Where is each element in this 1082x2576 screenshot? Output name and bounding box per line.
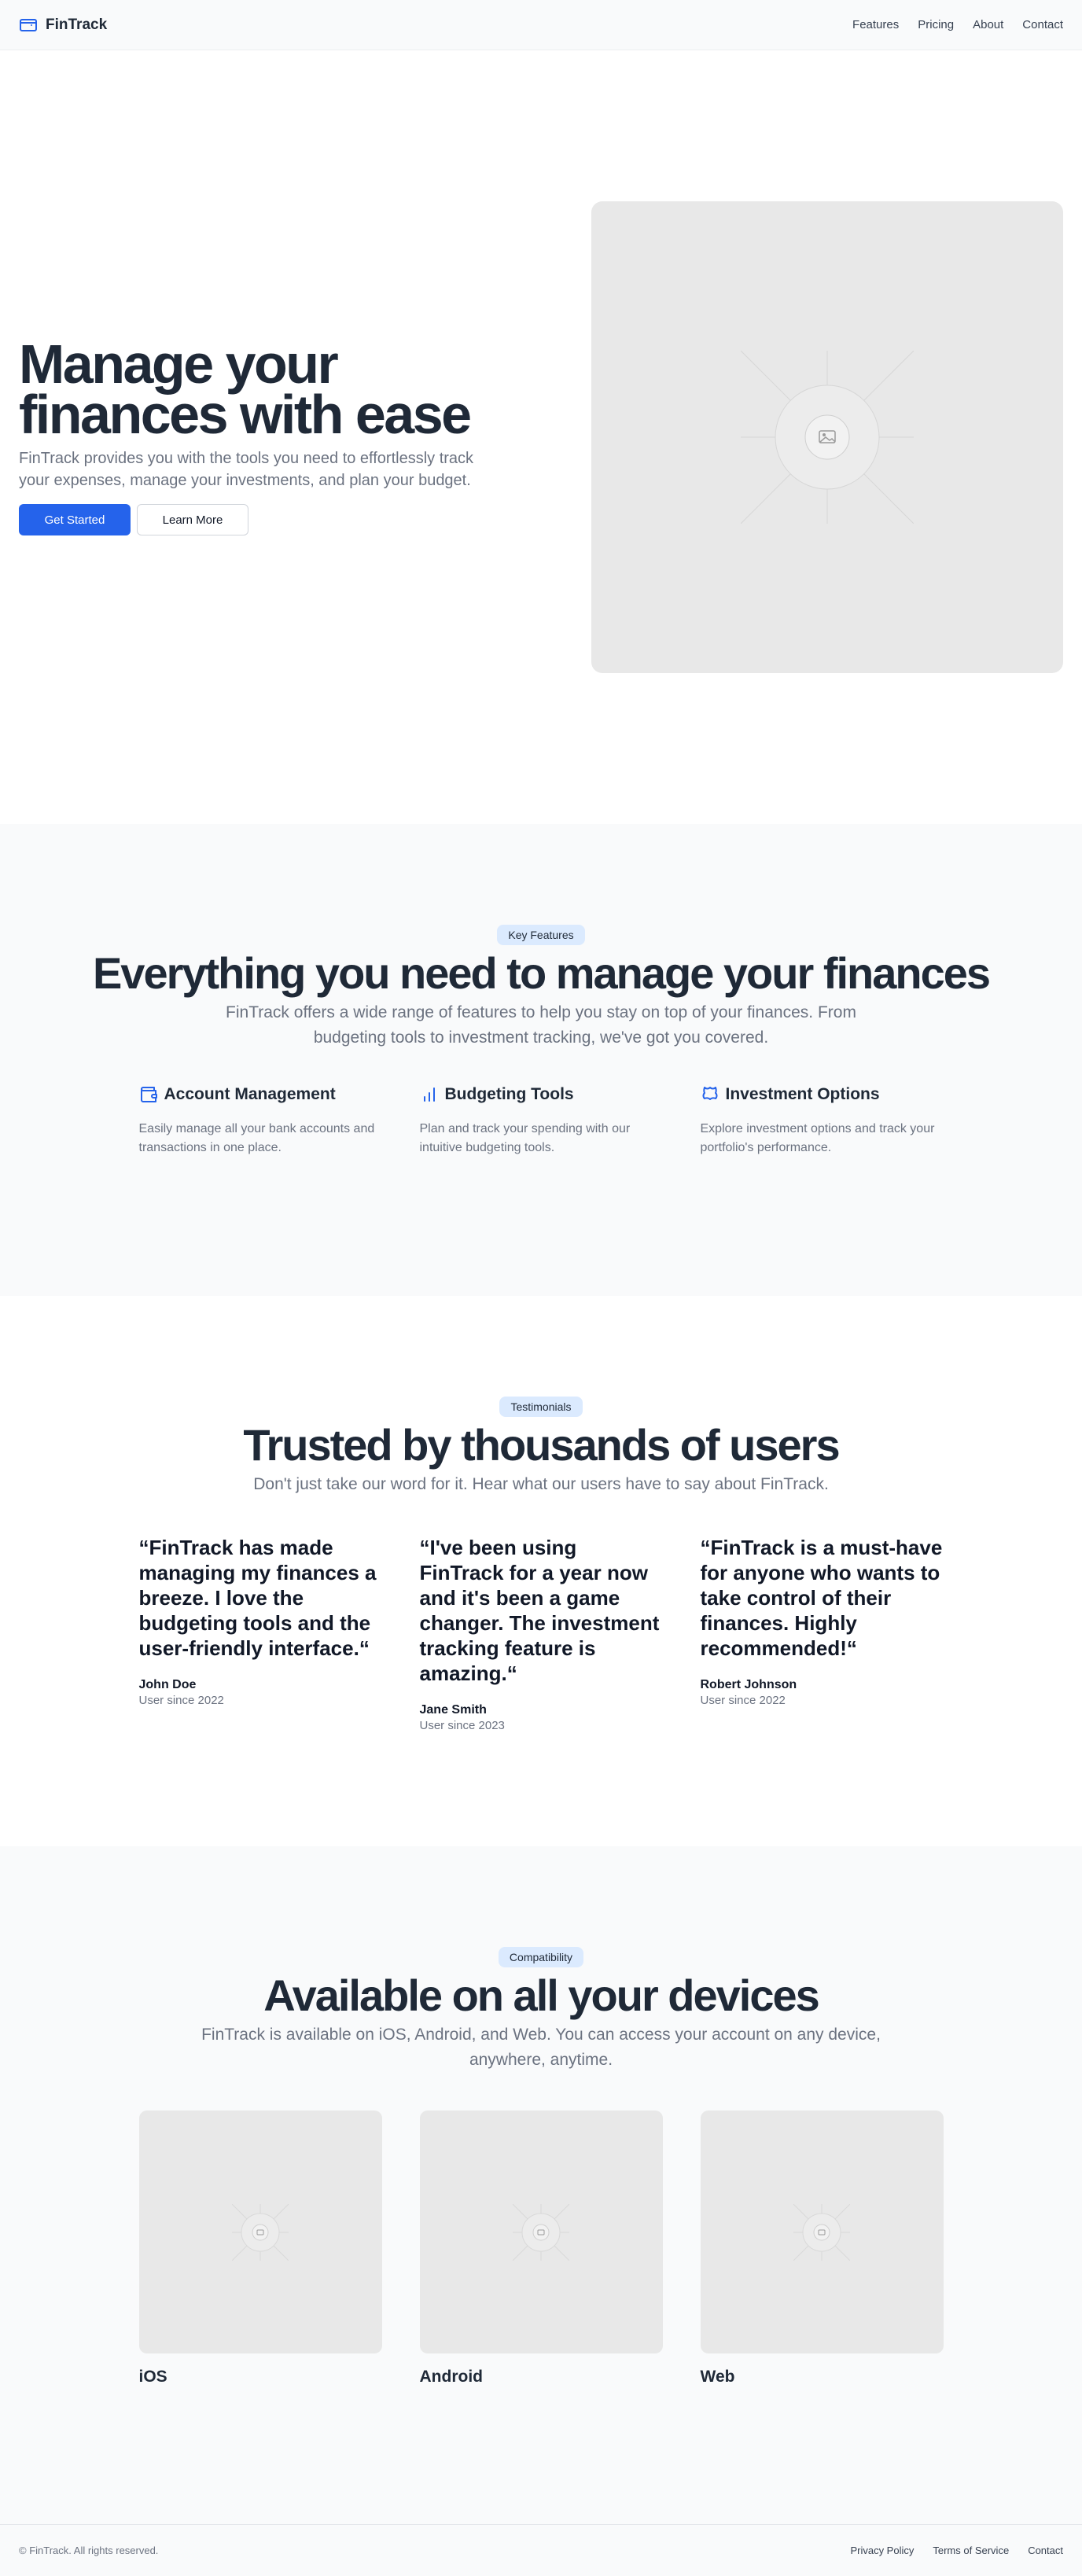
testimonials-badge: Testimonials xyxy=(499,1397,583,1417)
hero-buttons: Get Started Learn More xyxy=(19,504,519,535)
feature-desc: Plan and track your spending with our in… xyxy=(419,1122,631,1154)
testimonial-card: “I've been using FinTrack for a year now… xyxy=(420,1535,663,1732)
device-card-ios: iOS xyxy=(138,2110,382,2386)
image-placeholder-icon xyxy=(793,2203,850,2261)
device-name: iOS xyxy=(138,2368,167,2386)
device-image xyxy=(419,2110,663,2353)
feature-grid: Account Management Easily manage all you… xyxy=(139,1085,944,1157)
feature-desc: Easily manage all your bank accounts and… xyxy=(138,1122,375,1154)
devices-badge: Compatibility xyxy=(498,1947,584,1967)
learn-more-button[interactable]: Learn More xyxy=(137,504,248,535)
nav-links: Features Pricing About Contact xyxy=(852,18,1063,31)
investment-icon xyxy=(702,1087,717,1100)
testimonials-section: Testimonials Trusted by thousands of use… xyxy=(0,1296,1082,1846)
feature-title: Investment Options xyxy=(725,1085,880,1103)
device-name: Web xyxy=(700,2368,735,2386)
hero-subtitle: FinTrack provides you with the tools you… xyxy=(19,450,474,489)
feature-title: Budgeting Tools xyxy=(444,1085,574,1103)
device-grid: iOS Android Web xyxy=(138,2110,944,2386)
hero-section: Manage your finances with ease FinTrack … xyxy=(0,50,1082,824)
testimonial-quote: “I've been using FinTrack for a year now… xyxy=(419,1536,660,1685)
image-placeholder-icon xyxy=(741,351,914,524)
testimonial-card: “FinTrack has made managing my finances … xyxy=(139,1535,382,1732)
testimonials-subtitle: Don't just take our word for it. Hear wh… xyxy=(253,1475,829,1493)
hero-image xyxy=(591,201,1063,673)
nav-link-pricing[interactable]: Pricing xyxy=(918,18,954,31)
testimonials-title: Trusted by thousands of users xyxy=(243,1420,840,1470)
feature-title: Account Management xyxy=(164,1085,336,1103)
features-subtitle: FinTrack offers a wide range of features… xyxy=(226,1003,856,1047)
testimonial-since: User since 2023 xyxy=(419,1719,505,1732)
top-nav: FinTrack Features Pricing About Contact xyxy=(0,0,1082,50)
device-image xyxy=(700,2110,944,2353)
testimonial-grid: “FinTrack has made managing my finances … xyxy=(139,1535,944,1732)
hero-text: Manage your finances with ease FinTrack … xyxy=(19,333,519,535)
brand[interactable]: FinTrack xyxy=(19,16,107,35)
devices-title: Available on all your devices xyxy=(263,1971,820,2020)
feature-investment-options: Investment Options Explore investment op… xyxy=(701,1085,944,1157)
testimonial-card: “FinTrack is a must-have for anyone who … xyxy=(701,1535,944,1732)
footer-link-privacy-policy[interactable]: Privacy Policy xyxy=(850,2545,914,2556)
image-placeholder-icon xyxy=(232,2203,289,2261)
device-card-android: Android xyxy=(419,2110,663,2386)
device-image xyxy=(138,2110,382,2353)
footer-link-contact[interactable]: Contact xyxy=(1028,2545,1063,2556)
devices-section: Compatibility Available on all your devi… xyxy=(0,1846,1082,2524)
testimonial-author: Robert Johnson xyxy=(700,1678,797,1691)
footer-copyright: © FinTrack. All rights reserved. xyxy=(19,2545,159,2556)
feature-desc: Explore investment options and track you… xyxy=(700,1122,935,1154)
hero-title: Manage your finances with ease xyxy=(19,333,472,445)
footer-links: Privacy Policy Terms of Service Contact xyxy=(850,2545,1063,2556)
footer-link-terms-of-service[interactable]: Terms of Service xyxy=(933,2545,1009,2556)
wallet-icon xyxy=(140,1087,157,1102)
wallet-icon xyxy=(20,18,37,31)
features-badge: Key Features xyxy=(497,925,585,945)
nav-link-contact[interactable]: Contact xyxy=(1022,18,1063,31)
footer: © FinTrack. All rights reserved. Privacy… xyxy=(0,2524,1082,2576)
testimonial-quote: “FinTrack is a must-have for anyone who … xyxy=(700,1536,943,1660)
testimonial-author: John Doe xyxy=(138,1678,197,1691)
brand-name: FinTrack xyxy=(46,16,108,33)
testimonial-quote: “FinTrack has made managing my finances … xyxy=(138,1536,377,1660)
device-card-web: Web xyxy=(700,2110,944,2386)
testimonial-author: Jane Smith xyxy=(419,1703,487,1717)
nav-link-features[interactable]: Features xyxy=(852,18,899,31)
features-title: Everything you need to manage your finan… xyxy=(92,948,991,998)
testimonial-since: User since 2022 xyxy=(138,1694,224,1707)
device-name: Android xyxy=(419,2368,483,2386)
feature-account-management: Account Management Easily manage all you… xyxy=(139,1085,382,1157)
feature-budgeting-tools: Budgeting Tools Plan and track your spen… xyxy=(420,1085,663,1157)
testimonial-since: User since 2022 xyxy=(700,1694,786,1707)
image-placeholder-icon xyxy=(513,2203,569,2261)
nav-link-about[interactable]: About xyxy=(973,18,1003,31)
get-started-button[interactable]: Get Started xyxy=(19,504,131,535)
features-section: Key Features Everything you need to mana… xyxy=(0,824,1082,1296)
devices-subtitle: FinTrack is available on iOS, Android, a… xyxy=(201,2026,881,2069)
bar-chart-icon xyxy=(423,1087,435,1102)
